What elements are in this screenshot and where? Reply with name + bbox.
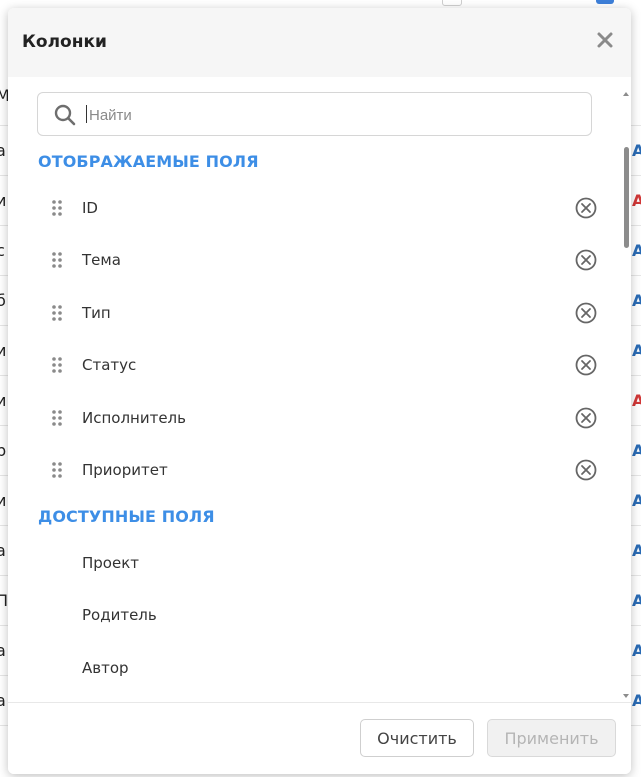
background-cell-text: а	[0, 141, 6, 160]
background-cell-text: A	[632, 291, 641, 310]
search-icon	[54, 104, 76, 131]
background-cell-text: б	[0, 291, 6, 310]
scrollbar-thumb[interactable]	[624, 147, 629, 248]
background-cell-text: A	[632, 241, 641, 260]
scroll-up-icon[interactable]	[622, 90, 630, 98]
field-label: Родитель	[82, 606, 157, 624]
drag-handle-icon[interactable]	[51, 200, 63, 216]
background-cell-text: A	[632, 191, 641, 210]
displayed-field-row[interactable]: Приоритет	[37, 450, 597, 490]
field-label: Тип	[82, 304, 111, 322]
background-cell-text: A	[632, 591, 641, 610]
available-fields-title: ДОСТУПНЫЕ ПОЛЯ	[38, 507, 215, 526]
displayed-field-row[interactable]: ID	[37, 188, 597, 228]
dialog-footer: Очистить Применить	[8, 702, 631, 774]
available-field-row[interactable]: Автор	[37, 648, 597, 688]
field-label: Автор	[82, 659, 129, 677]
clear-button[interactable]: Очистить	[360, 719, 474, 757]
displayed-field-row[interactable]: Статус	[37, 345, 597, 385]
displayed-field-row[interactable]: Тема	[37, 240, 597, 280]
background-cell-text: П	[0, 591, 9, 610]
background-checkbox	[442, 0, 462, 6]
background-cell-text: A	[632, 491, 641, 510]
background-cell-text: A	[632, 341, 641, 360]
field-label: ID	[82, 199, 98, 217]
background-checkbox	[596, 0, 614, 4]
remove-field-icon[interactable]	[575, 354, 597, 376]
remove-field-icon[interactable]	[575, 407, 597, 429]
remove-field-icon[interactable]	[575, 197, 597, 219]
remove-field-icon[interactable]	[575, 249, 597, 271]
field-label: Проект	[82, 554, 140, 572]
displayed-field-row[interactable]: Исполнитель	[37, 398, 597, 438]
background-cell-text: A	[632, 391, 641, 410]
background-cell-text: с	[0, 241, 5, 260]
field-label: Тема	[82, 251, 121, 269]
apply-button[interactable]: Применить	[487, 719, 616, 757]
displayed-field-row[interactable]: Тип	[37, 293, 597, 333]
columns-dialog: Колонки ОТОБРАЖАЕМЫЕ ПОЛЯ ID Тема Тип Стату…	[8, 8, 631, 774]
drag-handle-icon[interactable]	[51, 357, 63, 373]
dialog-title: Колонки	[22, 32, 107, 52]
field-label: Исполнитель	[82, 409, 186, 427]
close-icon[interactable]	[595, 30, 615, 50]
background-cell-text: а	[0, 691, 6, 710]
available-field-row[interactable]: Проект	[37, 543, 597, 583]
field-label: Статус	[82, 356, 137, 374]
drag-handle-icon[interactable]	[51, 462, 63, 478]
drag-handle-icon[interactable]	[51, 252, 63, 268]
search-input[interactable]	[87, 99, 571, 131]
search-field[interactable]	[37, 92, 592, 136]
background-cell-text: и	[0, 191, 7, 210]
displayed-fields-title: ОТОБРАЖАЕМЫЕ ПОЛЯ	[38, 152, 259, 171]
background-cell-text: а	[0, 541, 6, 560]
background-cell-text: A	[632, 691, 641, 710]
drag-handle-icon[interactable]	[51, 305, 63, 321]
background-cell-text: A	[632, 441, 641, 460]
dialog-header: Колонки	[8, 8, 631, 77]
background-cell-text: и	[0, 391, 7, 410]
remove-field-icon[interactable]	[575, 459, 597, 481]
background-cell-text: а	[0, 641, 6, 660]
field-label: Приоритет	[82, 461, 168, 479]
scroll-down-icon[interactable]	[622, 692, 630, 700]
drag-handle-icon[interactable]	[51, 410, 63, 426]
remove-field-icon[interactable]	[575, 302, 597, 324]
background-cell-text: и	[0, 491, 7, 510]
background-cell-text: A	[632, 541, 641, 560]
background-cell-text: р	[0, 441, 7, 460]
background-cell-text: и	[0, 341, 7, 360]
background-cell-text: A	[632, 641, 641, 660]
available-field-row[interactable]: Родитель	[37, 595, 597, 635]
background-cell-text: A	[632, 141, 641, 160]
